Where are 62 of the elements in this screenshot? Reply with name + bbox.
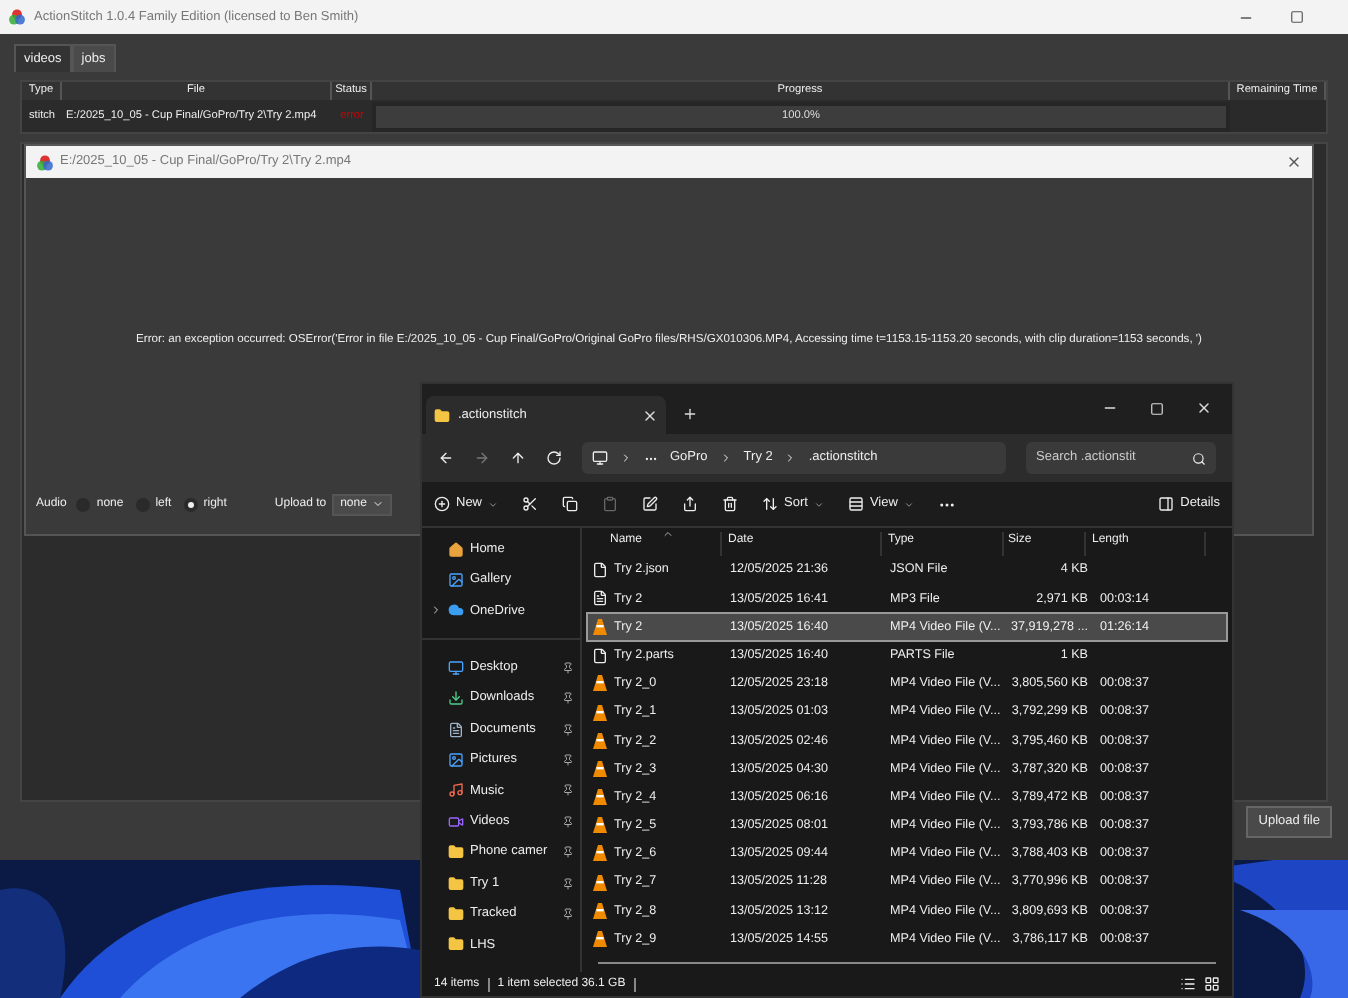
delete-icon[interactable] (722, 496, 739, 512)
audio-file-icon (592, 590, 608, 607)
close-icon[interactable] (1286, 154, 1302, 170)
details-view-icon[interactable] (1180, 976, 1196, 992)
cloud-icon (448, 602, 464, 619)
chevron-icon (620, 452, 632, 464)
rename-icon[interactable] (642, 496, 659, 512)
folder-icon (434, 407, 450, 423)
picture-icon (448, 752, 464, 769)
new-tab-icon[interactable] (682, 406, 698, 422)
chevron-icon (784, 452, 797, 464)
share-icon[interactable] (682, 496, 699, 512)
caret-icon (813, 499, 824, 509)
sort-caret-icon (662, 528, 674, 540)
traffic-cone-icon (592, 674, 608, 693)
chevron-icon (719, 452, 732, 464)
paste-icon[interactable] (602, 496, 619, 512)
cut-icon[interactable] (522, 496, 539, 512)
forward-icon[interactable] (474, 450, 490, 466)
traffic-cone-icon (592, 788, 608, 807)
search-icon (1192, 451, 1206, 465)
caret-icon (488, 499, 499, 509)
gallery-icon (448, 572, 464, 589)
up-icon[interactable] (510, 450, 526, 466)
horizontal-scrollbar[interactable] (598, 961, 1216, 964)
music-icon (448, 782, 464, 799)
home-icon (448, 541, 464, 558)
file-icon (592, 647, 608, 664)
details-pane-icon (1158, 496, 1175, 512)
plus-icon (434, 496, 450, 512)
sort-icon (762, 496, 779, 512)
caret-icon (903, 499, 914, 509)
download-icon (448, 690, 464, 707)
view-icon (847, 496, 864, 512)
file-icon (592, 562, 608, 579)
traffic-cone-icon (592, 844, 608, 863)
refresh-icon[interactable] (546, 450, 562, 466)
chevron-icon (430, 604, 442, 617)
folder-icon (448, 844, 464, 861)
monitor-icon (592, 450, 608, 466)
folder-icon (448, 905, 464, 922)
folder-icon (448, 936, 464, 953)
desktop-icon (448, 659, 464, 676)
caret-icon (372, 498, 385, 510)
traffic-cone-icon (592, 731, 608, 750)
document-icon (448, 721, 464, 738)
maximize-icon[interactable] (1290, 10, 1304, 24)
tiles-view-icon[interactable] (1204, 976, 1220, 992)
traffic-cone-icon (592, 930, 608, 949)
app-logo-icon (8, 8, 26, 26)
folder-icon (448, 875, 464, 892)
traffic-cone-icon (592, 873, 608, 892)
traffic-cone-icon (592, 816, 608, 835)
copy-icon[interactable] (562, 496, 579, 512)
video-icon (448, 813, 464, 830)
back-icon[interactable] (438, 450, 454, 466)
radio-button[interactable] (183, 497, 198, 511)
traffic-cone-icon (592, 759, 608, 778)
traffic-cone-icon (592, 901, 608, 920)
traffic-cone-icon (592, 617, 608, 636)
traffic-cone-icon (592, 703, 608, 722)
app-logo-icon (36, 153, 54, 171)
